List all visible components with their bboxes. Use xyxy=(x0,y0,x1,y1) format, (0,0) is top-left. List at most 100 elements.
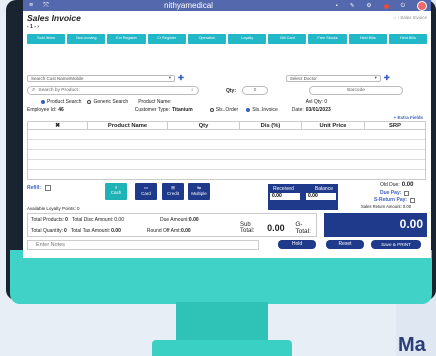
sales-return-amount: Sales Return Amount: 0.00 xyxy=(361,204,412,209)
hold-button[interactable]: Hold xyxy=(278,240,316,249)
pager-text: - 1 - xyxy=(27,24,36,30)
product-search-text: Search by Product xyxy=(38,88,78,93)
card-label: Card xyxy=(141,191,151,196)
multiple-button[interactable]: ⇆ Multiple xyxy=(188,183,210,200)
col-qty: Qty xyxy=(168,122,240,129)
old-due-value: 0.00 xyxy=(401,182,414,188)
doctor-select-text: Select Doctor xyxy=(289,75,317,81)
due-pay-checkbox[interactable] xyxy=(404,190,410,196)
breadcrumb[interactable]: ⌂ › Sales Invoice xyxy=(394,15,427,20)
tab-operation[interactable]: Operation xyxy=(187,34,227,44)
refill-label: Refill: xyxy=(27,185,41,191)
due-amount-label: Due Amount: xyxy=(160,217,189,223)
credit-label: Credit xyxy=(166,191,179,196)
col-discount: Dis (%) xyxy=(240,122,302,129)
cash-button[interactable]: ¤ Cash xyxy=(105,183,127,200)
save-print-button[interactable]: Save & PRINT xyxy=(371,240,421,249)
expand-icon[interactable]: ⤧ xyxy=(43,2,49,10)
tab-gift-card[interactable]: Gift Card xyxy=(268,34,307,44)
date-value: 03/01/2023 xyxy=(305,107,331,113)
product-search-label: Product Search xyxy=(47,99,82,105)
add-doctor-button[interactable]: ✚ xyxy=(384,74,390,82)
total-tax-value: 0.00 xyxy=(111,228,121,234)
tab-bar: Sold Items Non-moving Ext Register Cr Re… xyxy=(23,32,431,46)
tab-ext-register[interactable]: Ext Register xyxy=(107,34,146,44)
total-quantity-label: Total Quantity: xyxy=(31,228,63,234)
employee-id: 46 xyxy=(58,107,64,113)
barcode-input[interactable]: Barcode xyxy=(309,86,403,95)
total-products-label: Total Products: xyxy=(31,217,65,223)
home-icon[interactable]: ⌂ xyxy=(394,15,397,20)
doctor-select[interactable]: Select Doctor ▾ xyxy=(285,74,381,82)
table-body xyxy=(27,130,426,180)
tab-held-bills-2[interactable]: Held Bills xyxy=(388,34,428,44)
total-tax-label: Total Tax Amount: xyxy=(70,228,111,234)
mic-icon[interactable]: ♁ xyxy=(190,88,194,93)
employee-id-label: Employee Id: xyxy=(27,107,57,113)
round-off-label: Round Off Amt: xyxy=(146,228,181,234)
product-search-input[interactable]: ⌕ Search by Product ♁ xyxy=(27,86,199,95)
tab-cr-register[interactable]: Cr Register xyxy=(147,34,186,44)
refill-checkbox[interactable] xyxy=(44,185,51,191)
monitor-bezel xyxy=(10,250,432,304)
tab-non-moving[interactable]: Non-moving xyxy=(67,34,106,44)
sreturn-pay-label: S-Return Pay: xyxy=(374,197,408,203)
card-button[interactable]: ▭ Card xyxy=(135,183,157,200)
pager[interactable]: - 1 - › xyxy=(23,24,431,32)
qty-input[interactable]: 0 xyxy=(242,86,268,95)
sub-total-value: 0.00 xyxy=(267,223,285,233)
customer-select[interactable]: Search Cust Name/Mobile ▾ xyxy=(27,74,175,82)
sub-total-label: Sub Total: xyxy=(240,222,255,234)
page-title: Sales Invoice xyxy=(27,12,81,23)
customer-type-label: Customer Type: xyxy=(134,107,170,113)
cash-label: Cash xyxy=(110,190,122,195)
col-srp: SRP xyxy=(389,123,401,129)
balance-label: Balance xyxy=(314,186,333,192)
search-options: Product Search Generic Search Product Na… xyxy=(41,99,427,105)
product-name-label: Product Name: xyxy=(138,99,172,105)
due-pay-label: Due Pay: xyxy=(380,190,402,196)
settings-icon[interactable]: ⚙ xyxy=(367,3,372,9)
sls-order-radio[interactable]: Sls..Order xyxy=(209,107,238,113)
customer-select-text: Search Cust Name/Mobile xyxy=(31,75,84,81)
table-header: ✖ Product Name Qty Dis (%) Unit Price SR… xyxy=(27,121,426,130)
dropdown-icon: ▾ xyxy=(168,75,171,80)
tab-held-bills[interactable]: Held Bills xyxy=(348,34,387,44)
total-disc-value: 0.00 xyxy=(114,217,124,223)
reset-button[interactable]: Reset xyxy=(326,240,364,249)
add-customer-button[interactable]: ✚ xyxy=(178,74,184,82)
generic-search-radio[interactable]: Generic Search xyxy=(87,99,128,105)
product-search-radio[interactable]: Product Search xyxy=(41,99,81,105)
balance-value: 0.00 xyxy=(306,193,336,200)
received-label: Received xyxy=(273,186,294,192)
tab-sold-items[interactable]: Sold Items xyxy=(27,34,66,44)
notes-input[interactable]: Enter Notes xyxy=(27,240,259,250)
power-icon[interactable]: ⏻ xyxy=(401,3,405,10)
tab-free-stocks[interactable]: Free Stocks xyxy=(308,34,347,44)
sls-invoice-radio[interactable]: Sls..Invoice xyxy=(246,107,278,113)
col-product-name: Product Name xyxy=(88,122,168,129)
avatar[interactable] xyxy=(417,1,427,11)
pin-icon[interactable]: ✎ xyxy=(350,3,355,9)
col-delete: ✖ xyxy=(28,122,88,129)
multiple-label: Multiple xyxy=(191,191,207,196)
bell-icon[interactable]: ▪ xyxy=(336,3,338,9)
customer-type: Titanium xyxy=(171,107,193,113)
monitor-stand xyxy=(176,302,268,342)
grand-total-value: 0.00 xyxy=(324,213,427,237)
items-table: ✖ Product Name Qty Dis (%) Unit Price SR… xyxy=(27,121,426,180)
extra-fields-link[interactable]: + Extra Fields xyxy=(394,115,423,120)
g-total-label: G-Total: xyxy=(295,221,311,235)
due-amount-value: 0.00 xyxy=(188,217,199,223)
monitor-base xyxy=(152,340,292,356)
date-label: Date: xyxy=(291,107,304,113)
menu-icon[interactable]: ≡ xyxy=(29,2,33,9)
received-input[interactable]: 0.00 xyxy=(270,193,300,200)
next-icon[interactable]: › xyxy=(37,24,39,30)
loyalty-points: Available Loyalty Points: 0 xyxy=(27,206,80,211)
brand-name: nithyamedical xyxy=(164,1,213,10)
tab-loyalty[interactable]: Loyalty xyxy=(228,34,267,44)
search-icon: ⌕ xyxy=(32,87,36,93)
credit-button[interactable]: ⊞ Credit xyxy=(162,183,184,200)
sreturn-pay-checkbox[interactable] xyxy=(410,197,416,203)
